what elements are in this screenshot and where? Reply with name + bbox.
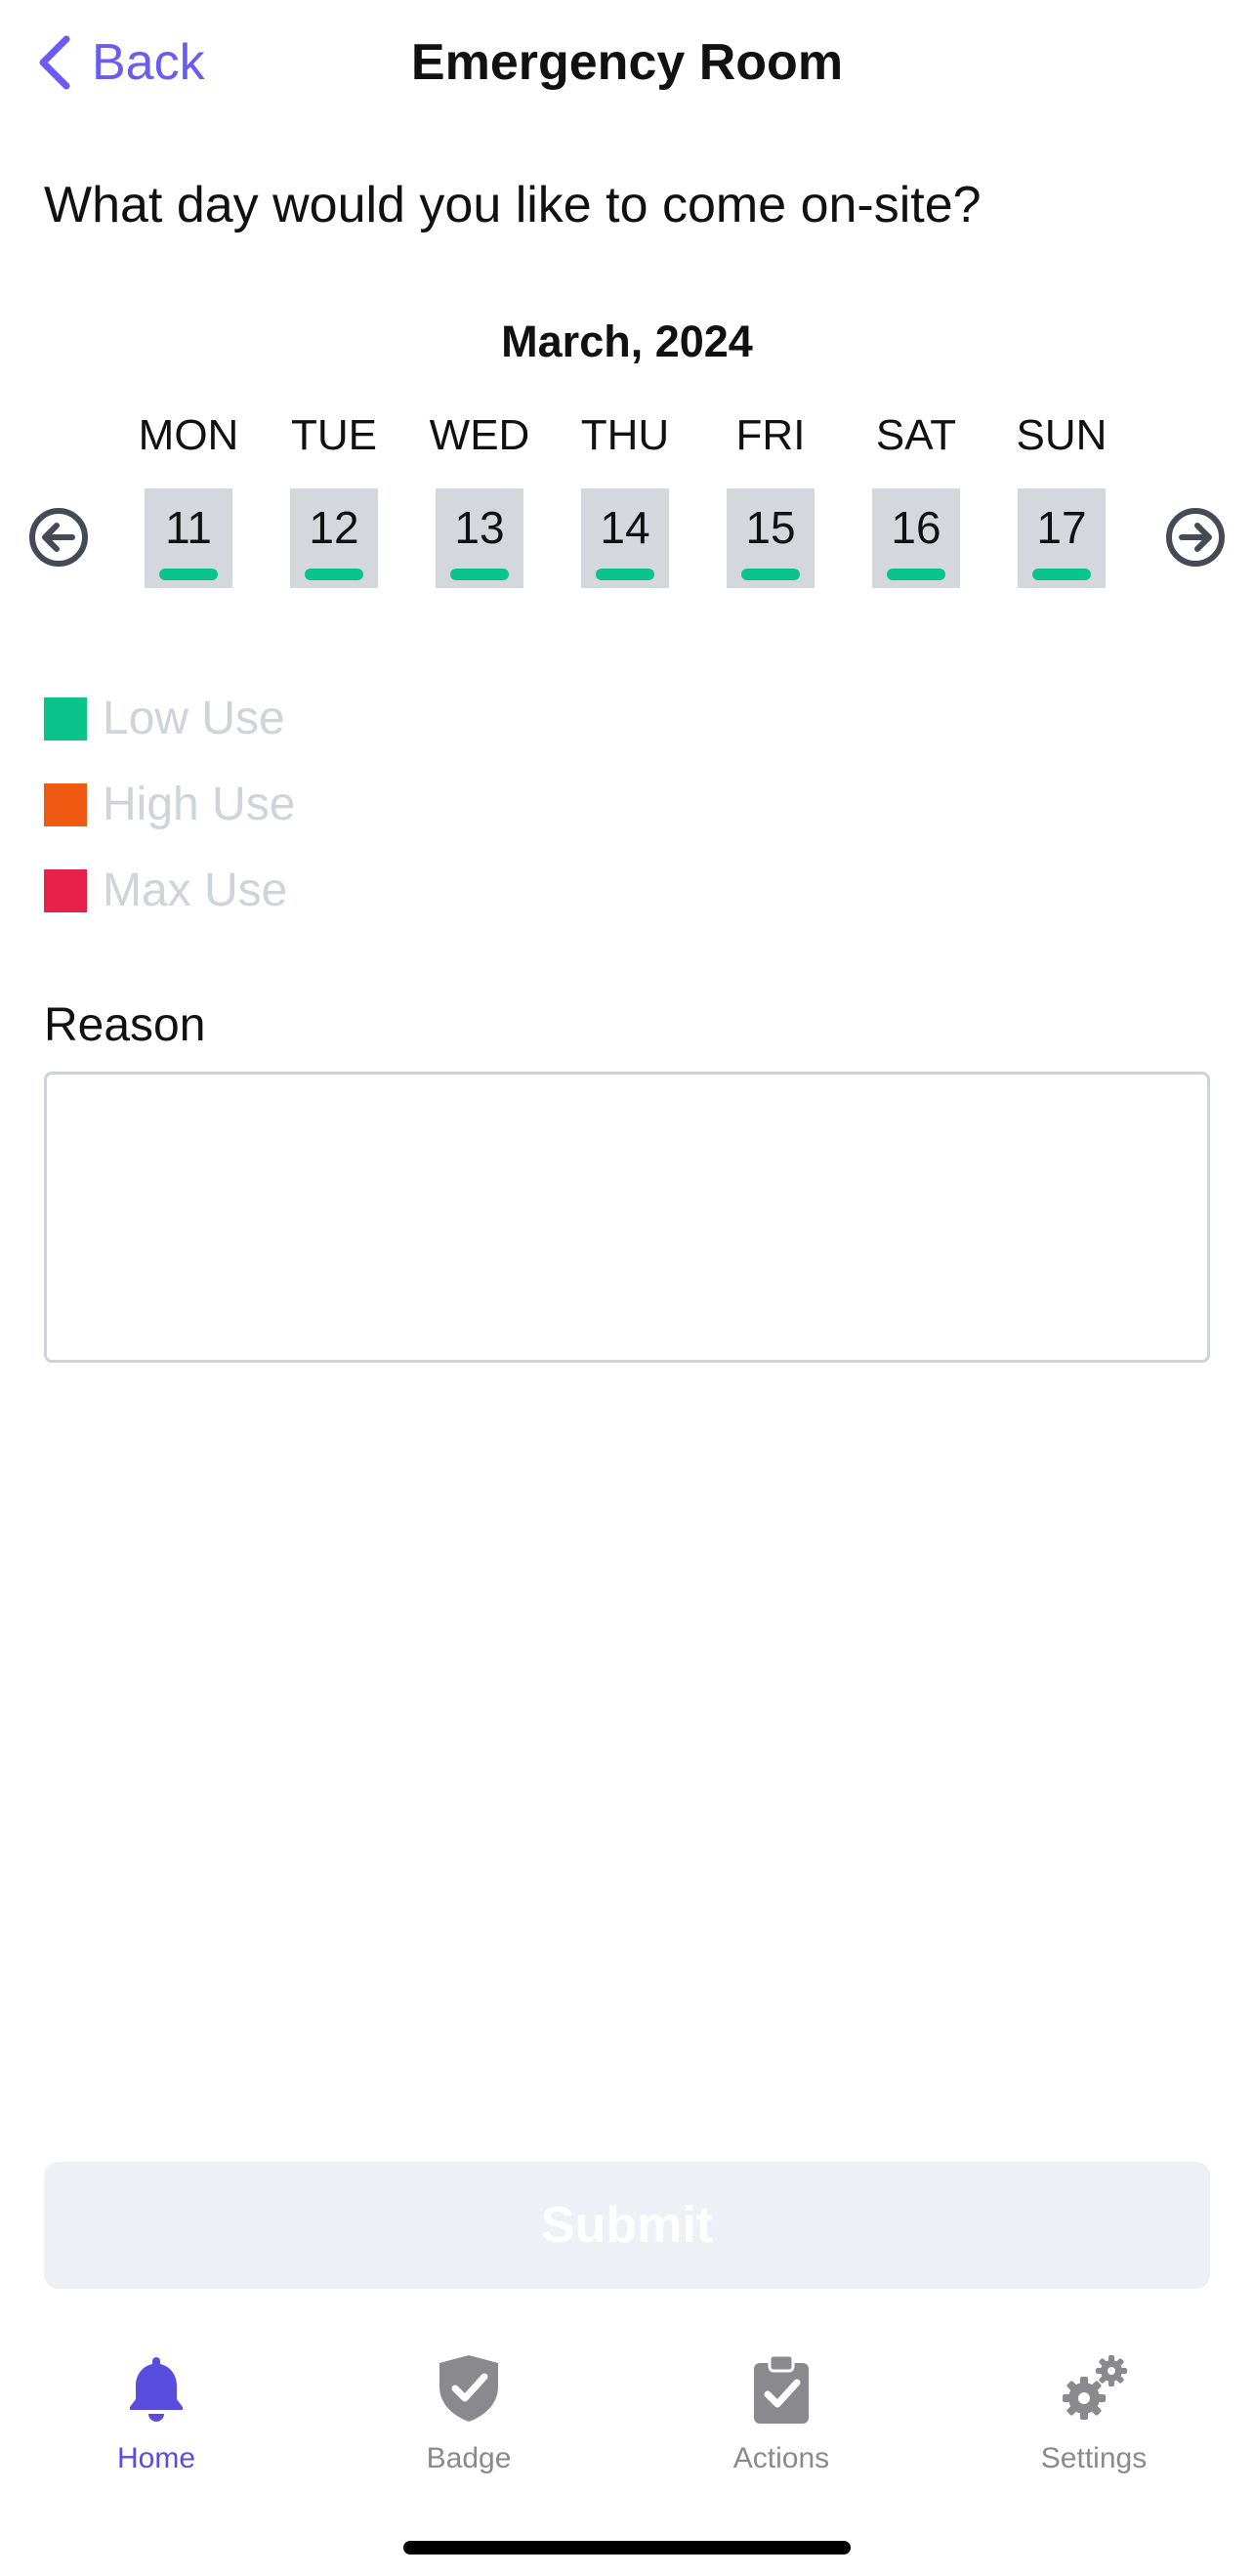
date-cell[interactable]: 13	[436, 488, 523, 588]
screen: Back Emergency Room What day would you l…	[0, 0, 1254, 2576]
date-cell[interactable]: 11	[145, 488, 232, 588]
tab-actions[interactable]: Actions	[664, 2340, 899, 2486]
weekday-label: THU	[580, 411, 670, 459]
usage-indicator	[741, 569, 800, 580]
date-cell[interactable]: 14	[581, 488, 669, 588]
weekday-label: SUN	[1016, 411, 1108, 459]
date-number: 15	[745, 502, 796, 553]
month-label: March, 2024	[501, 317, 753, 366]
weekday-label: MON	[138, 411, 239, 459]
usage-indicator	[305, 569, 363, 580]
tab-label: Actions	[732, 2442, 830, 2474]
bell-icon	[130, 2357, 183, 2422]
reason-textarea[interactable]	[44, 1072, 1210, 1363]
header: Back Emergency Room	[0, 0, 1254, 132]
date-strip: 11 12 13 14 15 16 17	[0, 488, 1254, 590]
weekday-label: TUE	[291, 411, 377, 459]
tab-home[interactable]: Home	[39, 2340, 273, 2486]
legend-swatch-high	[44, 783, 87, 826]
legend-label: Max Use	[103, 865, 288, 916]
date-cell[interactable]: 15	[727, 488, 815, 588]
page-title: Emergency Room	[410, 34, 844, 91]
reason-label: Reason	[44, 999, 206, 1051]
question-text: What day would you like to come on-site?	[44, 177, 982, 233]
usage-indicator	[450, 569, 509, 580]
date-number: 14	[600, 502, 650, 553]
clipboard-check-icon	[754, 2353, 809, 2424]
legend-label: High Use	[103, 779, 296, 830]
date-cell[interactable]: 12	[290, 488, 378, 588]
arrow-right-circle-icon[interactable]	[1164, 506, 1227, 569]
date-number: 12	[309, 502, 359, 553]
legend-swatch-low	[44, 697, 87, 740]
date-number: 16	[891, 502, 941, 553]
submit-button[interactable]: Submit	[44, 2162, 1210, 2289]
weekday-label: WED	[429, 411, 530, 459]
date-cell[interactable]: 17	[1018, 488, 1106, 588]
weekday-label: SAT	[875, 411, 957, 459]
tab-badge[interactable]: Badge	[352, 2340, 586, 2486]
legend-item-low: Low Use	[44, 690, 295, 748]
gears-icon	[1063, 2355, 1127, 2420]
legend-swatch-max	[44, 869, 87, 912]
tab-label: Badge	[426, 2442, 512, 2474]
usage-indicator	[596, 569, 654, 580]
shield-check-icon	[439, 2355, 498, 2422]
usage-indicator	[887, 569, 945, 580]
weekday-header: MON TUE WED THU FRI SAT SUN	[0, 408, 1254, 467]
tab-label: Settings	[1040, 2442, 1148, 2474]
usage-indicator	[1032, 569, 1091, 580]
date-cell[interactable]: 16	[872, 488, 960, 588]
date-number: 13	[454, 502, 505, 553]
tab-bar: Home Badge Actions Settings	[0, 2340, 1254, 2506]
usage-legend: Low Use High Use Max Use	[44, 690, 295, 948]
legend-label: Low Use	[103, 693, 285, 744]
date-number: 17	[1036, 502, 1087, 553]
legend-item-high: High Use	[44, 776, 295, 834]
usage-indicator	[159, 569, 218, 580]
date-number: 11	[165, 502, 212, 553]
weekday-label: FRI	[735, 411, 806, 459]
home-indicator	[403, 2541, 851, 2555]
tab-label: Home	[116, 2442, 196, 2474]
legend-item-max: Max Use	[44, 862, 295, 920]
tab-settings[interactable]: Settings	[977, 2340, 1211, 2486]
